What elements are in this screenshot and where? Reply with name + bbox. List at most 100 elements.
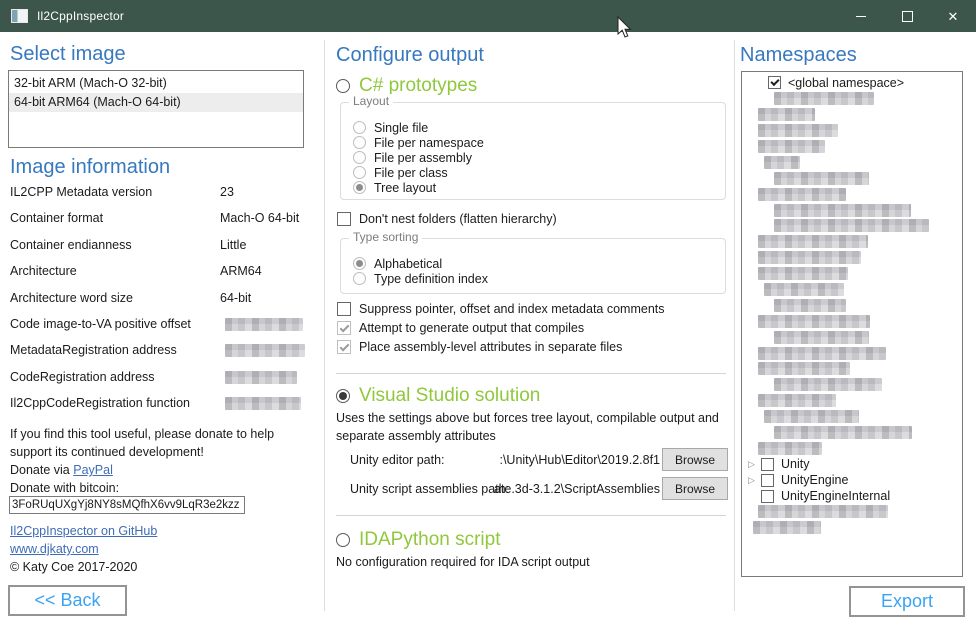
namespace-checkbox[interactable] — [761, 474, 774, 487]
namespace-row[interactable] — [742, 345, 962, 361]
namespace-row[interactable]: UnityEngineInternal — [742, 488, 962, 504]
maximize-icon — [902, 11, 913, 22]
namespace-row[interactable] — [742, 218, 962, 234]
radio-visual-studio-solution[interactable]: Visual Studio solution — [336, 384, 540, 408]
radio-option[interactable]: Type definition index — [353, 271, 725, 286]
browse-unity-assemblies-button[interactable]: Browse — [662, 477, 728, 500]
info-label: IL2CPP Metadata version — [10, 185, 220, 199]
namespaces-heading: Namespaces — [740, 44, 857, 67]
copyright-text: © Katy Coe 2017-2020 — [10, 560, 137, 574]
expander-icon[interactable]: ▷ — [748, 476, 761, 485]
namespace-row[interactable] — [742, 409, 962, 425]
redacted-value — [225, 318, 303, 331]
namespace-row[interactable] — [742, 139, 962, 155]
paypal-link[interactable]: PayPal — [73, 463, 113, 477]
radio-icon[interactable] — [353, 151, 366, 164]
radio-icon[interactable] — [353, 166, 366, 179]
radio-icon[interactable] — [353, 121, 366, 134]
checkbox-icon[interactable] — [337, 302, 351, 316]
browse-unity-editor-button[interactable]: Browse — [662, 448, 728, 471]
radio-icon[interactable] — [336, 389, 350, 403]
radio-icon[interactable] — [336, 79, 350, 93]
radio-option[interactable]: File per assembly — [353, 150, 725, 165]
radio-icon[interactable] — [353, 272, 366, 285]
configure-output-heading: Configure output — [336, 44, 484, 67]
main-content: Select image 32-bit ARM (Mach-O 32-bit)6… — [0, 32, 976, 623]
redacted-namespace — [753, 521, 821, 534]
app-window: Il2CppInspector ✕ Select image 32-bit AR… — [0, 0, 976, 623]
namespace-row[interactable] — [742, 313, 962, 329]
namespaces-list[interactable]: <global namespace> ▷Unity▷UnityEngineUnit… — [741, 71, 963, 577]
namespace-checkbox[interactable] — [761, 458, 774, 471]
namespace-row[interactable] — [742, 250, 962, 266]
radio-option[interactable]: Single file — [353, 120, 725, 135]
namespace-row[interactable] — [742, 393, 962, 409]
namespace-row[interactable] — [742, 170, 962, 186]
namespace-row[interactable] — [742, 297, 962, 313]
radio-icon[interactable] — [353, 181, 366, 194]
namespace-row[interactable]: ▷Unity — [742, 456, 962, 472]
back-button[interactable]: << Back — [8, 585, 127, 616]
radio-label: Type definition index — [374, 272, 488, 286]
close-button[interactable]: ✕ — [930, 0, 976, 32]
checkbox-option[interactable]: Place assembly-level attributes in separ… — [337, 337, 665, 356]
export-button[interactable]: Export — [849, 586, 965, 617]
namespace-row[interactable] — [742, 425, 962, 441]
namespace-row[interactable] — [742, 361, 962, 377]
checkbox-icon[interactable] — [337, 212, 351, 226]
radio-icon[interactable] — [353, 257, 366, 270]
redacted-namespace — [758, 362, 850, 375]
namespace-row[interactable] — [742, 520, 962, 536]
namespace-row[interactable] — [742, 504, 962, 520]
expander-icon[interactable]: ▷ — [748, 460, 761, 469]
section-divider — [336, 373, 726, 374]
github-link[interactable]: Il2CppInspector on GitHub — [10, 524, 157, 538]
image-list-item[interactable]: 32-bit ARM (Mach-O 32-bit) — [9, 74, 303, 93]
radio-option[interactable]: Tree layout — [353, 180, 725, 195]
checkbox-icon[interactable] — [337, 321, 351, 335]
namespace-row[interactable] — [742, 186, 962, 202]
namespace-row[interactable] — [742, 91, 962, 107]
radio-icon[interactable] — [353, 136, 366, 149]
info-row: CodeRegistration address — [10, 370, 316, 396]
radio-option[interactable]: File per namespace — [353, 135, 725, 150]
image-list-item[interactable]: 64-bit ARM64 (Mach-O 64-bit) — [9, 93, 303, 112]
radio-idapython-script[interactable]: IDAPython script — [336, 528, 501, 552]
namespace-checkbox[interactable] — [761, 490, 774, 503]
checkbox-icon[interactable] — [337, 340, 351, 354]
namespace-row[interactable] — [742, 154, 962, 170]
info-row: Container endiannessLittle — [10, 238, 316, 264]
info-value: ARM64 — [220, 264, 262, 278]
redacted-namespace — [764, 410, 859, 423]
radio-option[interactable]: File per class — [353, 165, 725, 180]
radio-option[interactable]: Alphabetical — [353, 256, 725, 271]
redacted-value — [225, 344, 305, 357]
namespace-row[interactable] — [742, 329, 962, 345]
checkbox-flatten-hierarchy[interactable]: Don't nest folders (flatten hierarchy) — [337, 212, 557, 226]
namespace-row[interactable] — [742, 377, 962, 393]
minimize-icon — [856, 16, 866, 17]
namespace-row[interactable] — [742, 123, 962, 139]
namespace-row[interactable] — [742, 440, 962, 456]
namespace-row[interactable] — [742, 202, 962, 218]
namespace-checkbox[interactable] — [768, 76, 781, 89]
namespace-row[interactable]: ▷UnityEngine — [742, 472, 962, 488]
info-value: Little — [220, 238, 246, 252]
bitcoin-address-input[interactable] — [9, 496, 245, 514]
namespace-row[interactable]: <global namespace> — [742, 75, 962, 91]
checkbox-option[interactable]: Attempt to generate output that compiles — [337, 318, 665, 337]
website-link[interactable]: www.djkaty.com — [10, 542, 99, 556]
namespace-row[interactable] — [742, 282, 962, 298]
namespace-row[interactable] — [742, 107, 962, 123]
checkbox-option[interactable]: Suppress pointer, offset and index metad… — [337, 299, 665, 318]
maximize-button[interactable] — [884, 0, 930, 32]
redacted-namespace — [774, 172, 869, 185]
radio-icon[interactable] — [336, 533, 350, 547]
namespace-label: <global namespace> — [788, 76, 904, 90]
redacted-namespace — [758, 505, 888, 518]
image-list[interactable]: 32-bit ARM (Mach-O 32-bit)64-bit ARM64 (… — [8, 70, 304, 148]
namespace-row[interactable] — [742, 234, 962, 250]
minimize-button[interactable] — [838, 0, 884, 32]
output-option-checkboxes: Suppress pointer, offset and index metad… — [337, 299, 665, 356]
namespace-row[interactable] — [742, 266, 962, 282]
